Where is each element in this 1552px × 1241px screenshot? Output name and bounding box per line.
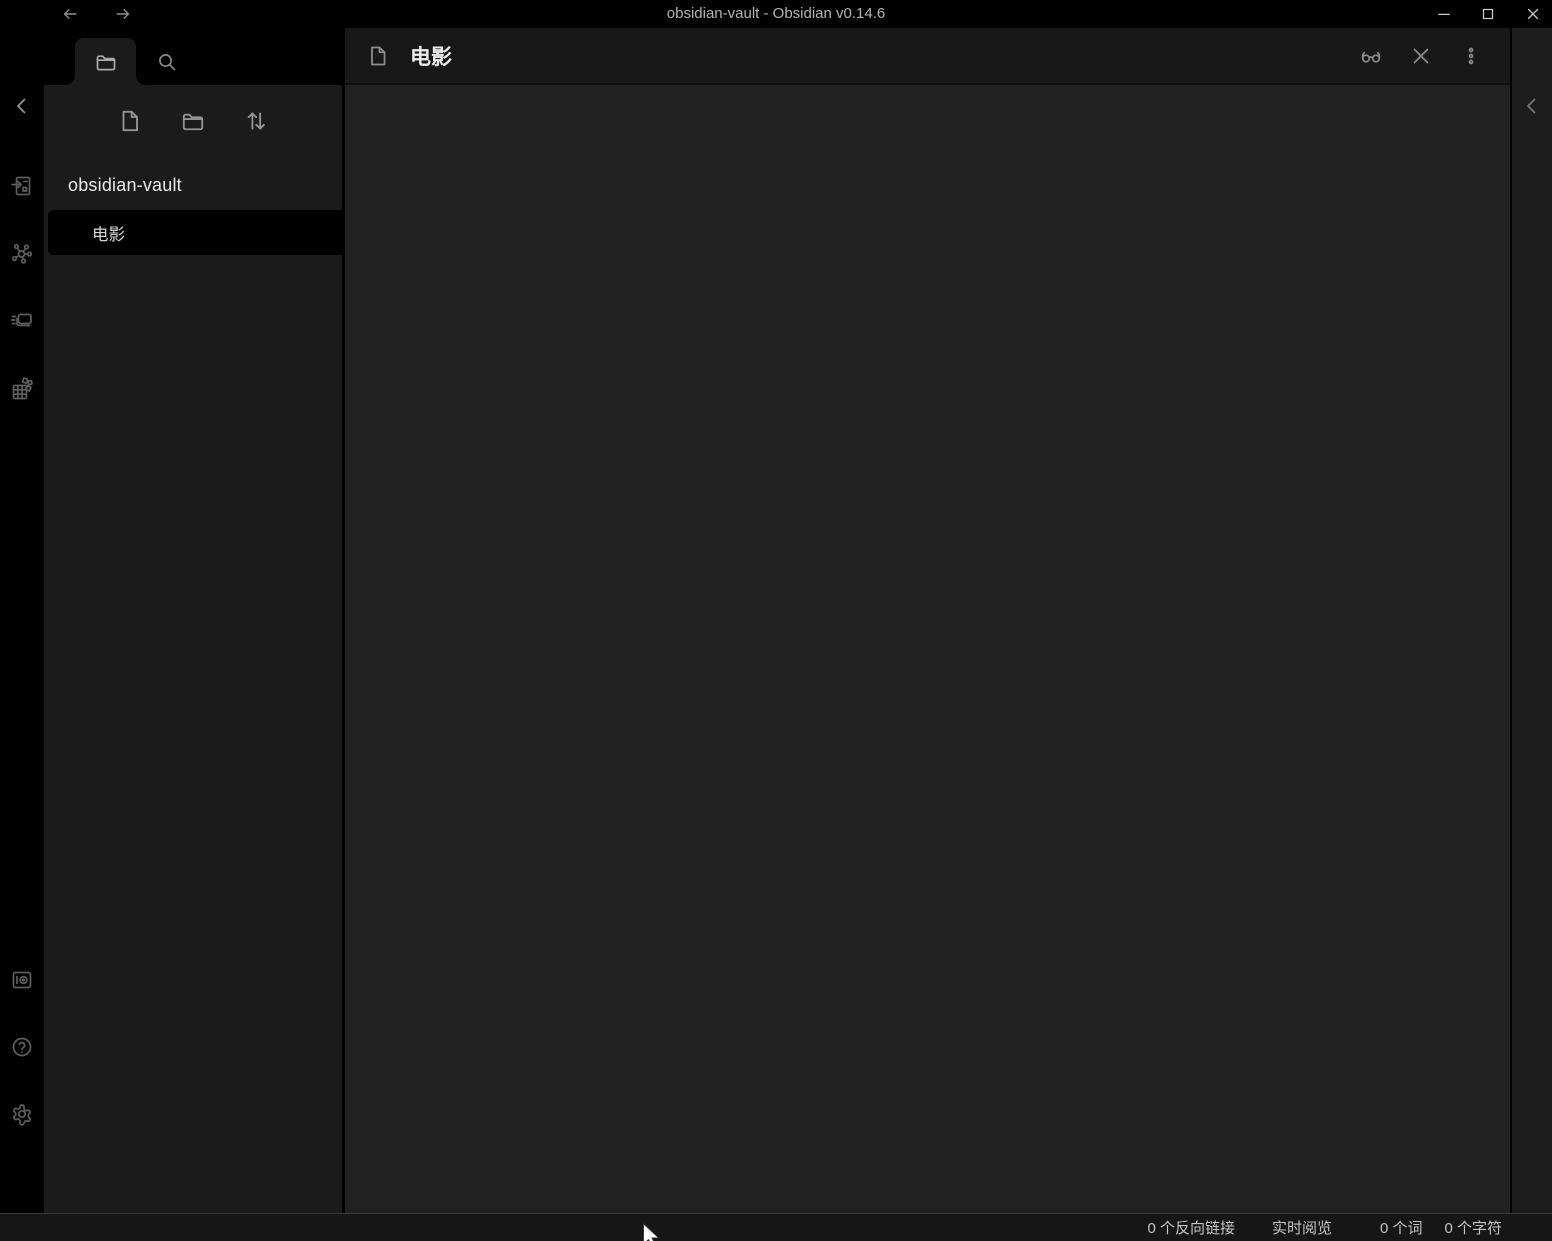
graph-view-button[interactable] (10, 241, 34, 265)
left-ribbon (0, 28, 44, 1213)
chevron-left-icon (10, 94, 34, 118)
graph-view-icon (10, 241, 34, 265)
arrow-right-icon (113, 4, 133, 24)
file-item-selected[interactable]: 电影 (48, 210, 342, 255)
tab-search[interactable] (136, 38, 197, 85)
sort-order-button[interactable] (243, 108, 269, 134)
sort-arrows-icon (243, 108, 269, 134)
expand-right-sidebar-button[interactable] (1520, 94, 1544, 118)
status-char-count: 0 个字符 (1444, 1217, 1502, 1238)
more-options-button[interactable] (1459, 44, 1483, 68)
status-backlinks: 0 个反向链接 (1147, 1217, 1235, 1238)
obsidian-window: obsidian-vault - Obsidian v0.14.6 (0, 0, 1552, 1241)
chevron-left-icon (1520, 94, 1544, 118)
note-icon (366, 44, 390, 68)
close-icon (1409, 44, 1433, 68)
view-actions (1359, 44, 1483, 68)
close-note-button[interactable] (1409, 44, 1433, 68)
vault-title[interactable]: obsidian-vault (68, 175, 182, 196)
maximize-icon (1479, 5, 1497, 23)
folder-icon (94, 50, 118, 74)
help-button[interactable] (10, 1035, 34, 1059)
arrow-left-icon (60, 4, 80, 24)
status-edit-mode: 实时阅览 (1272, 1217, 1332, 1238)
file-explorer-panel: obsidian-vault 电影 (44, 85, 342, 1213)
gear-icon (10, 1102, 34, 1126)
file-item-label: 电影 (92, 221, 125, 245)
history-back-button[interactable] (60, 4, 80, 24)
close-icon (1524, 5, 1542, 23)
workspace: obsidian-vault 电影 电影 (0, 28, 1552, 1213)
card-motion-button[interactable] (10, 308, 34, 332)
titlebar: obsidian-vault - Obsidian v0.14.6 (0, 0, 1552, 28)
settings-button[interactable] (10, 1102, 34, 1126)
status-word-count: 0 个词 (1380, 1217, 1423, 1238)
history-forward-button[interactable] (113, 4, 133, 24)
open-vault-button[interactable] (10, 968, 34, 992)
quick-switcher-button[interactable] (10, 174, 34, 198)
reading-mode-button[interactable] (1359, 44, 1383, 68)
new-folder-icon (180, 108, 206, 134)
new-note-button[interactable] (117, 108, 143, 134)
help-icon (10, 1035, 34, 1059)
note-title: 电影 (410, 41, 452, 71)
view-header: 电影 (345, 28, 1510, 85)
search-icon (155, 50, 179, 74)
editor-pane: 电影 (345, 28, 1510, 1213)
grid-blocks-icon (10, 376, 34, 400)
kebab-menu-icon (1459, 44, 1483, 68)
sidebar-tab-strip (44, 28, 342, 85)
new-note-icon (117, 108, 143, 134)
close-window-button[interactable] (1524, 5, 1542, 23)
left-sidebar: obsidian-vault 电影 (44, 28, 342, 1213)
minimize-icon (1435, 5, 1453, 23)
maximize-button[interactable] (1479, 5, 1497, 23)
minimize-button[interactable] (1435, 5, 1453, 23)
right-sidebar-collapsed (1510, 28, 1552, 1213)
tab-file-explorer[interactable] (75, 38, 136, 85)
grid-blocks-button[interactable] (10, 376, 34, 400)
vault-icon (10, 968, 34, 992)
collapse-left-sidebar-button[interactable] (10, 94, 34, 118)
explorer-toolbar (44, 108, 342, 134)
new-folder-button[interactable] (180, 108, 206, 134)
status-bar: 0 个反向链接 实时阅览 0 个词 0 个字符 (0, 1213, 1552, 1241)
card-motion-icon (10, 308, 34, 332)
quick-switcher-icon (10, 174, 34, 198)
window-title: obsidian-vault - Obsidian v0.14.6 (0, 0, 1552, 28)
glasses-icon (1359, 44, 1383, 68)
editor-content[interactable] (345, 85, 1510, 1213)
